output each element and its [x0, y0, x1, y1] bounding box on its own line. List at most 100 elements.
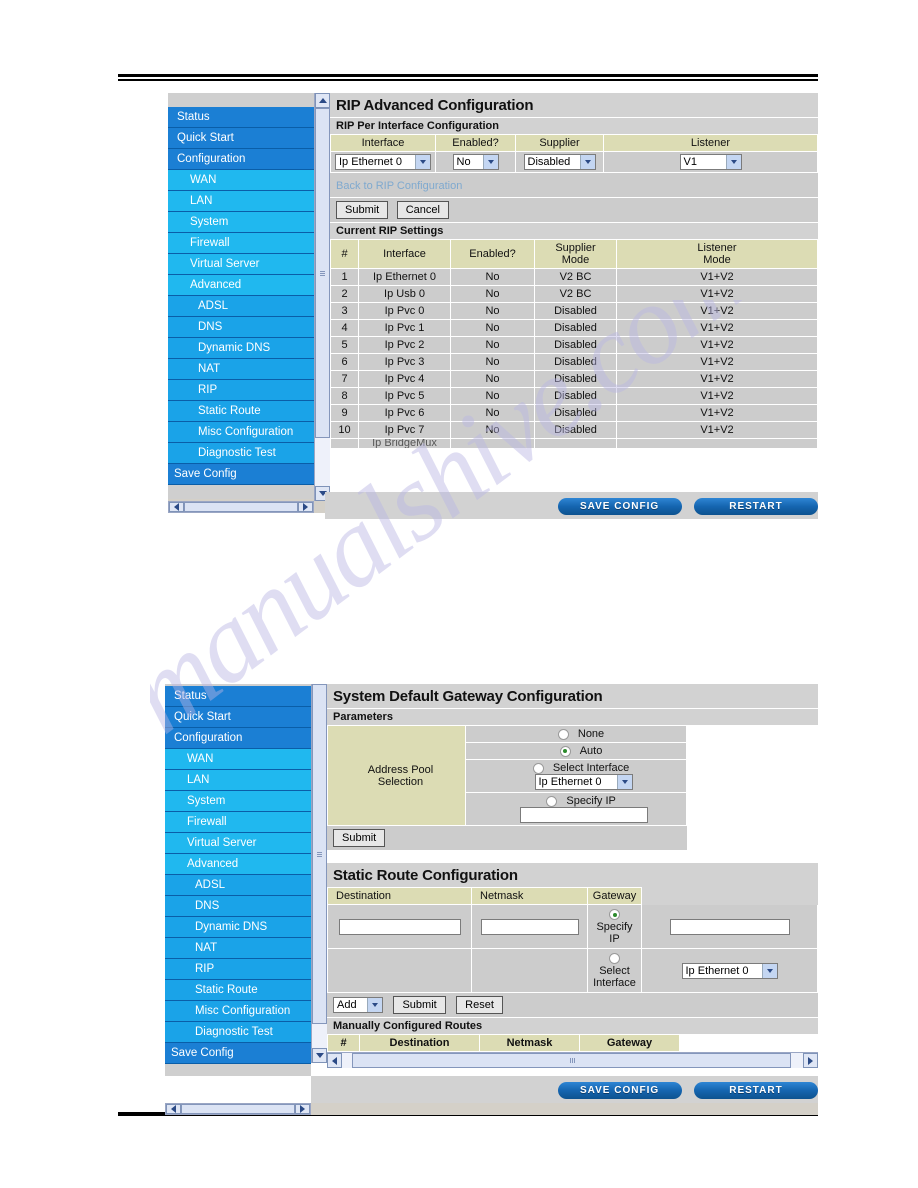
- netmask-input[interactable]: [480, 918, 579, 935]
- sidebar-item-configuration[interactable]: Configuration: [165, 728, 311, 749]
- scroll-right-button-static-route[interactable]: [295, 1104, 310, 1114]
- supplier-select[interactable]: Disabled: [523, 154, 596, 170]
- sidebar-item-virtual-server[interactable]: Virtual Server: [168, 254, 314, 275]
- window-bottom-scrollbar-static-route[interactable]: [165, 1103, 818, 1115]
- content-hscroll-thumb[interactable]: [352, 1053, 791, 1069]
- listener-select[interactable]: V1: [679, 154, 742, 170]
- sidebar-item-misc-configuration[interactable]: Misc Configuration: [165, 1001, 311, 1022]
- static-route-submit-button[interactable]: Submit: [393, 996, 446, 1015]
- restart-button[interactable]: RESTART: [694, 498, 818, 515]
- cell-num: 5: [330, 336, 359, 355]
- sidebar-item-status[interactable]: Status: [165, 686, 311, 707]
- hscroll-track-static-route[interactable]: [181, 1104, 295, 1114]
- sidebar-item-firewall[interactable]: Firewall: [165, 812, 311, 833]
- scroll-left-button-rip[interactable]: [169, 502, 184, 512]
- sidebar-item-status[interactable]: Status: [168, 107, 314, 128]
- sidebar-item-wan[interactable]: WAN: [165, 749, 311, 770]
- option-row-auto[interactable]: Auto: [465, 742, 687, 760]
- sidebar-item-nat[interactable]: NAT: [165, 938, 311, 959]
- specify-ip-input[interactable]: [519, 807, 648, 823]
- sidebar-nav-static-route[interactable]: Status Quick Start Configuration WAN LAN Syst…: [165, 684, 311, 1064]
- sidebar-item-virtual-server[interactable]: Virtual Server: [165, 833, 311, 854]
- sidebar-item-misc-configuration[interactable]: Misc Configuration: [168, 422, 314, 443]
- sidebar-item-quick-start[interactable]: Quick Start: [168, 128, 314, 149]
- content-scroll-left-button[interactable]: [327, 1053, 342, 1069]
- gateway-ip-input[interactable]: [669, 918, 790, 935]
- sidebar-vertical-scrollbar-static-route[interactable]: [311, 684, 327, 1063]
- scroll-thumb-static-route[interactable]: [312, 684, 327, 1024]
- static-route-interface-select[interactable]: Ip Ethernet 0: [681, 962, 778, 979]
- back-to-rip-configuration-link[interactable]: Back to RIP Configuration: [336, 180, 462, 192]
- sidebar-item-advanced[interactable]: Advanced: [168, 275, 314, 296]
- destination-input[interactable]: [338, 918, 461, 935]
- content-horizontal-scrollbar[interactable]: [327, 1052, 818, 1069]
- sidebar-item-label: Static Route: [198, 405, 261, 417]
- scroll-down-button-static-route[interactable]: [312, 1048, 327, 1063]
- sidebar-item-configuration[interactable]: Configuration: [168, 149, 314, 170]
- sidebar-item-system[interactable]: System: [165, 791, 311, 812]
- content-scroll-right-button[interactable]: [803, 1053, 818, 1069]
- scroll-right-button-rip[interactable]: [298, 502, 313, 512]
- cell-gateway-interface-select: Ip Ethernet 0: [641, 948, 818, 994]
- action-select[interactable]: Add: [333, 997, 383, 1014]
- sidebar-item-advanced[interactable]: Advanced: [165, 854, 311, 875]
- scroll-up-button-rip[interactable]: [315, 93, 330, 108]
- sidebar-item-dynamic-dns[interactable]: Dynamic DNS: [168, 338, 314, 359]
- sidebar-item-lan[interactable]: LAN: [165, 770, 311, 791]
- sidebar-item-dns[interactable]: DNS: [165, 896, 311, 917]
- radio-gateway-specify-ip[interactable]: [609, 909, 620, 921]
- save-config-button[interactable]: SAVE CONFIG: [557, 498, 682, 515]
- scroll-thumb-rip[interactable]: [315, 108, 330, 438]
- option-row-select-interface[interactable]: Select Interface Ip Ethernet 0: [465, 759, 687, 793]
- hscroll-track-rip[interactable]: [184, 502, 298, 512]
- sidebar-item-save-config[interactable]: Save Config: [168, 464, 314, 485]
- save-config-button[interactable]: SAVE CONFIG: [557, 1082, 682, 1099]
- sidebar-item-adsl[interactable]: ADSL: [168, 296, 314, 317]
- sidebar-item-rip[interactable]: RIP: [165, 959, 311, 980]
- sidebar-item-diagnostic-test[interactable]: Diagnostic Test: [165, 1022, 311, 1043]
- scroll-track-rip[interactable]: [315, 108, 330, 486]
- radio-specify-ip[interactable]: [546, 795, 558, 807]
- sidebar-item-static-route[interactable]: Static Route: [168, 401, 314, 422]
- sidebar-vertical-scrollbar-rip[interactable]: [314, 93, 330, 501]
- gateway-submit-button[interactable]: Submit: [333, 829, 386, 847]
- sidebar-item-label: ADSL: [195, 879, 226, 891]
- sidebar-hscroll-static-route[interactable]: [165, 1103, 311, 1115]
- sidebar-item-dns[interactable]: DNS: [168, 317, 314, 338]
- option-row-specify-ip[interactable]: Specify IP: [465, 792, 687, 826]
- interface-select[interactable]: Ip Ethernet 0: [335, 154, 431, 170]
- sidebar-item-save-config[interactable]: Save Config: [165, 1043, 311, 1064]
- sidebar-item-firewall[interactable]: Firewall: [168, 233, 314, 254]
- hscroll-thumb-static-route[interactable]: [181, 1104, 295, 1114]
- sidebar-item-static-route[interactable]: Static Route: [165, 980, 311, 1001]
- submit-button[interactable]: Submit: [336, 201, 389, 219]
- radio-auto[interactable]: [559, 745, 571, 757]
- scroll-left-button-static-route[interactable]: [166, 1104, 181, 1114]
- enabled-select[interactable]: No: [452, 154, 499, 170]
- option-row-none[interactable]: None: [465, 725, 687, 743]
- cell-netmask: [471, 904, 588, 950]
- col-header-netmask: Netmask: [471, 887, 588, 906]
- content-hscroll-track[interactable]: [342, 1053, 803, 1069]
- radio-gateway-select-interface[interactable]: [609, 953, 620, 965]
- radio-select-interface[interactable]: [532, 762, 544, 774]
- sidebar-item-system[interactable]: System: [168, 212, 314, 233]
- scroll-track-static-route[interactable]: [312, 684, 327, 1048]
- sidebar-item-dynamic-dns[interactable]: Dynamic DNS: [165, 917, 311, 938]
- hscroll-thumb-rip[interactable]: [184, 502, 298, 512]
- cell-num: 2: [330, 285, 359, 304]
- sidebar-nav-rip[interactable]: Status Quick Start Configuration WAN LAN Syst…: [168, 93, 314, 485]
- sidebar-item-adsl[interactable]: ADSL: [165, 875, 311, 896]
- sidebar-hscroll-rip[interactable]: [168, 501, 314, 513]
- sidebar-item-diagnostic-test[interactable]: Diagnostic Test: [168, 443, 314, 464]
- sidebar-item-quick-start[interactable]: Quick Start: [165, 707, 311, 728]
- sidebar-item-rip[interactable]: RIP: [168, 380, 314, 401]
- restart-button[interactable]: RESTART: [694, 1082, 818, 1099]
- sidebar-item-wan[interactable]: WAN: [168, 170, 314, 191]
- sidebar-item-lan[interactable]: LAN: [168, 191, 314, 212]
- cancel-button[interactable]: Cancel: [396, 201, 449, 219]
- gateway-interface-select[interactable]: Ip Ethernet 0: [534, 774, 633, 790]
- radio-none[interactable]: [557, 728, 569, 740]
- static-route-reset-button[interactable]: Reset: [456, 996, 503, 1015]
- sidebar-item-nat[interactable]: NAT: [168, 359, 314, 380]
